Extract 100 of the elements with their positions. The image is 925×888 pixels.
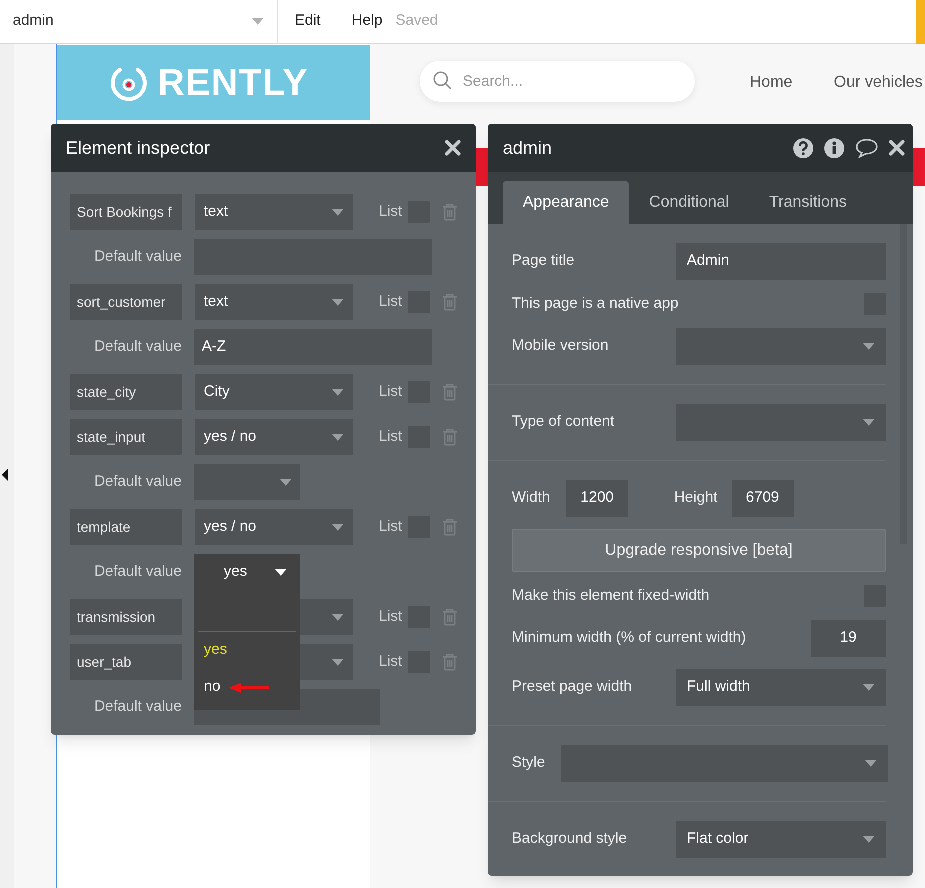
field-label: Make this element fixed-width <box>512 586 710 606</box>
caret-icon <box>863 836 875 843</box>
default-value-label: Default value <box>93 472 182 492</box>
trash-icon[interactable] <box>442 653 458 671</box>
default-value-label: Default value <box>93 336 182 357</box>
caret-icon <box>332 208 344 216</box>
type-dropdown[interactable]: yes / no <box>195 419 353 455</box>
select-dropdown[interactable] <box>676 328 886 365</box>
upgrade-button[interactable]: Upgrade responsive [beta] <box>512 529 886 572</box>
number-input[interactable]: 6709 <box>732 480 794 517</box>
info-icon[interactable] <box>824 138 845 158</box>
list-label: List <box>379 606 402 627</box>
caret-icon <box>863 684 875 691</box>
caret-icon <box>863 343 875 350</box>
panel-title: Element inspector <box>66 136 210 160</box>
trash-icon[interactable] <box>442 293 458 311</box>
dropdown-option[interactable]: no <box>204 676 221 699</box>
trash-icon[interactable] <box>442 518 458 536</box>
caret-icon <box>865 760 877 767</box>
page-selector[interactable]: admin <box>0 0 278 43</box>
type-value: yes / no <box>204 426 257 447</box>
tab[interactable]: Transitions <box>749 181 868 224</box>
default-value-label: Default value <box>93 696 182 717</box>
field-label: Mobile version <box>512 336 609 356</box>
type-value: text <box>204 292 228 312</box>
list-label: List <box>379 516 402 537</box>
text-input[interactable]: Admin <box>676 243 886 280</box>
caret-icon <box>332 524 344 530</box>
selected-value: yes <box>224 562 248 582</box>
select-dropdown[interactable]: Flat color <box>676 821 886 858</box>
field-label: Minimum width (% of current width) <box>512 628 746 648</box>
type-dropdown[interactable]: text <box>195 284 353 320</box>
type-value: City <box>204 382 230 402</box>
dropdown-menu[interactable]: yes yes no <box>194 554 300 710</box>
type-value: yes / no <box>204 516 257 537</box>
dropdown-option[interactable]: yes <box>204 639 228 662</box>
field-label: Height <box>674 488 718 508</box>
help-icon[interactable] <box>793 138 814 158</box>
trash-icon[interactable] <box>442 428 458 446</box>
value-input[interactable]: A-Z <box>194 329 432 365</box>
field-name-box[interactable]: sort_customer <box>70 284 182 320</box>
value-text: A-Z <box>202 336 226 357</box>
close-icon[interactable] <box>889 140 905 156</box>
scrollbar[interactable] <box>900 224 907 544</box>
type-dropdown[interactable]: City <box>195 374 353 410</box>
default-value-label: Default value <box>93 246 182 267</box>
nav-link[interactable]: Home <box>750 71 793 95</box>
type-value: text <box>204 202 228 222</box>
toolbar-accent <box>916 0 925 44</box>
field-name-box[interactable]: Sort Bookings f <box>70 194 182 230</box>
menu-item[interactable]: Help <box>352 10 383 33</box>
caret-icon <box>252 18 264 25</box>
list-label: List <box>379 426 402 447</box>
field-name-box[interactable]: transmission <box>70 599 182 635</box>
page-name: admin <box>13 11 54 32</box>
tab[interactable]: Appearance <box>503 181 630 224</box>
caret-icon <box>332 658 344 666</box>
default-value-label: Default value <box>93 562 182 582</box>
search-field[interactable]: Search... <box>420 61 695 102</box>
type-dropdown[interactable]: yes / no <box>195 509 353 545</box>
collapse-arrow-icon[interactable] <box>2 469 8 481</box>
caret-icon <box>332 388 344 396</box>
field-label: This page is a native app <box>512 294 679 314</box>
list-label: List <box>379 652 402 672</box>
field-name-box[interactable]: state_city <box>70 374 182 410</box>
field-label: Background style <box>512 829 628 850</box>
tab[interactable]: Conditional <box>629 181 750 224</box>
comment-icon[interactable] <box>855 138 879 158</box>
select-dropdown[interactable] <box>561 745 888 782</box>
field-label: Preset page width <box>512 677 632 698</box>
arrow-icon <box>228 682 271 692</box>
save-status: Saved <box>396 11 438 32</box>
select-dropdown[interactable] <box>676 404 886 441</box>
field-label: Width <box>512 488 550 508</box>
close-icon[interactable] <box>445 140 461 156</box>
caret-icon <box>332 298 344 306</box>
caret-icon <box>275 568 287 576</box>
caret-icon <box>863 419 875 426</box>
trash-icon[interactable] <box>442 383 458 401</box>
value-dropdown[interactable] <box>194 464 300 500</box>
field-name-box[interactable]: state_input <box>70 419 182 455</box>
type-dropdown[interactable]: text <box>195 194 353 230</box>
caret-icon <box>332 614 344 620</box>
field-label: Page title <box>512 251 575 272</box>
nav-link[interactable]: Our vehicles <box>834 71 923 95</box>
field-name-box[interactable]: user_tab <box>70 644 182 680</box>
list-label: List <box>379 292 402 312</box>
select-dropdown[interactable]: Full width <box>676 669 886 706</box>
number-input[interactable]: 19 <box>811 620 886 657</box>
panel-title: admin <box>503 136 552 160</box>
trash-icon[interactable] <box>442 203 458 221</box>
field-name-box[interactable]: template <box>70 509 182 545</box>
list-label: List <box>379 202 402 222</box>
menu-item[interactable]: Edit <box>295 10 321 33</box>
trash-icon[interactable] <box>442 608 458 626</box>
number-input[interactable]: 1200 <box>566 480 628 517</box>
caret-icon <box>280 478 292 486</box>
list-label: List <box>379 382 402 402</box>
search-icon <box>433 71 453 91</box>
field-label: Style <box>512 753 546 774</box>
